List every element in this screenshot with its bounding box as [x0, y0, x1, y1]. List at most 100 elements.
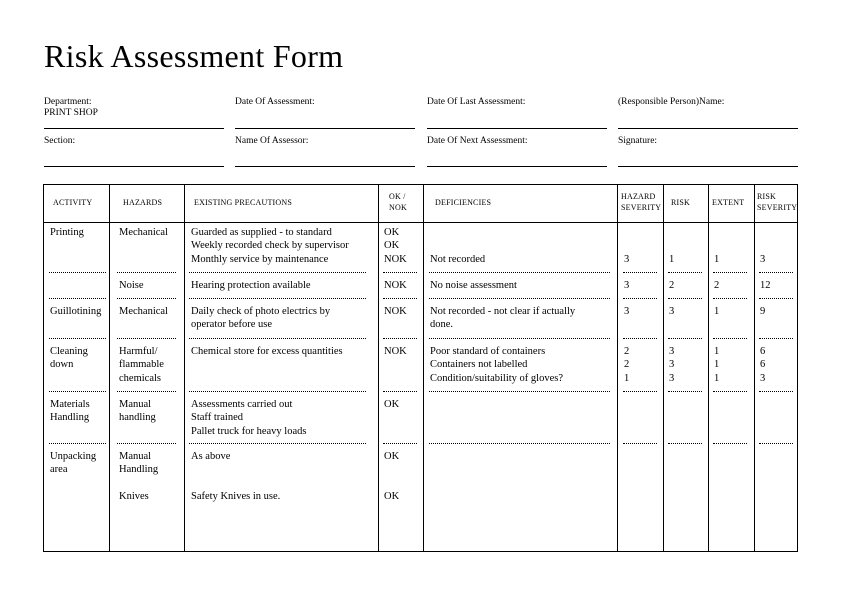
dotted-row-separator [429, 443, 610, 444]
cell-line: operator before use [191, 319, 273, 331]
date-of-next-assessment-underline [427, 166, 607, 167]
cell-activity: Unpacking area [50, 450, 96, 477]
dotted-row-separator [383, 443, 417, 444]
cell-line: 2 [624, 359, 630, 371]
cell-risk-severity: 3 [760, 253, 765, 266]
cell-deficiencies: Not recorded - not clear if actually done… [430, 305, 575, 332]
risk-table: ACTIVITY HAZARDS EXISTING PRECAUTIONS OK… [43, 184, 798, 552]
cell-hazard: Mechanical [119, 226, 168, 239]
cell-line: Pallet truck for heavy loads [191, 425, 307, 437]
date-of-next-assessment-field[interactable]: Date Of Next Assessment: [427, 136, 607, 167]
cell-activity: Cleaning down [50, 345, 88, 372]
dotted-row-separator [49, 391, 106, 392]
cell-line: 3 [669, 359, 675, 371]
header-divider [44, 222, 797, 223]
column-divider [109, 185, 110, 551]
section-field[interactable]: Section: [44, 136, 224, 167]
cell-precautions: Hearing protection available [191, 279, 311, 292]
column-divider [663, 185, 664, 551]
dotted-row-separator [117, 443, 176, 444]
cell-line: OK [384, 399, 400, 410]
cell-precautions: Guarded as supplied - to standard Weekly … [191, 226, 349, 266]
cell-line: Daily check of photo electrics by [191, 306, 331, 317]
cell-line: NOK [384, 280, 407, 291]
cell-extent: 111 [714, 345, 719, 385]
cell-line: down [50, 359, 74, 371]
header-risk-severity: RISK SEVERITY [757, 191, 797, 213]
dotted-row-separator [713, 391, 747, 392]
column-divider [184, 185, 185, 551]
cell-line: Handling [50, 412, 90, 424]
responsible-person-label: (Responsible Person)Name: [618, 97, 725, 107]
header-ok-nok-line1: OK / [389, 192, 406, 201]
responsible-person-field[interactable]: (Responsible Person)Name: [618, 97, 798, 129]
name-of-assessor-label: Name Of Assessor: [235, 136, 309, 146]
cell-hazard: Harmful/flammable chemicals [119, 345, 164, 385]
dotted-row-separator [713, 272, 747, 273]
dotted-row-separator [623, 338, 657, 339]
cell-line: Manual [119, 451, 152, 462]
dotted-row-separator [713, 443, 747, 444]
cell-line: area [50, 464, 68, 476]
dotted-row-separator [189, 443, 366, 444]
cell-ok: OK [384, 450, 399, 463]
signature-underline [618, 166, 798, 167]
cell-hazard-severity: 3 [624, 279, 629, 292]
name-of-assessor-field[interactable]: Name Of Assessor: [235, 136, 415, 167]
dotted-row-separator [49, 338, 106, 339]
section-label: Section: [44, 136, 76, 146]
cell-ok: NOK [384, 305, 407, 318]
cell-line: Condition/suitability of gloves? [430, 372, 563, 384]
cell-line: Mechanical [119, 306, 168, 317]
cell-risk: 2 [669, 279, 674, 292]
cell-line: 1 [714, 346, 720, 357]
header-risk: RISK [671, 198, 691, 207]
header-risk-severity-line1: RISK [757, 192, 777, 201]
dotted-row-separator [383, 338, 417, 339]
header-extent: EXTENT [712, 198, 745, 207]
cell-precautions: As above [191, 450, 230, 463]
dotted-row-separator [429, 391, 610, 392]
cell-line: 3 [669, 306, 675, 317]
dotted-row-separator [713, 338, 747, 339]
dotted-row-separator [668, 298, 702, 299]
dotted-row-separator [49, 272, 106, 273]
dotted-row-separator [668, 272, 702, 273]
cell-line: NOK [384, 346, 407, 357]
cell-precautions: Daily check of photo electrics by operato… [191, 305, 330, 332]
dotted-row-separator [117, 298, 176, 299]
cell-line: Mechanical [119, 227, 168, 238]
cell-risk: 3 [669, 305, 674, 318]
dotted-row-separator [623, 443, 657, 444]
cell-hazard-severity: 3 [624, 253, 629, 266]
cell-line: Printing [50, 227, 84, 238]
cell-line: 1 [714, 359, 720, 371]
cell-extent: 1 [714, 253, 719, 266]
cell-line: Unpacking [50, 451, 97, 462]
cell-line: Monthly service by maintenance [191, 253, 329, 265]
cell-line: 6 [760, 359, 766, 371]
dotted-row-separator [49, 443, 106, 444]
cell-line: 1 [669, 253, 675, 265]
cell-activity: Printing [50, 226, 84, 239]
responsible-person-underline [618, 128, 798, 129]
cell-risk-severity: 12 [760, 279, 771, 292]
cell-ok: OK OK NOK [384, 226, 407, 266]
cell-ok: NOK [384, 345, 407, 358]
date-of-last-assessment-field[interactable]: Date Of Last Assessment: [427, 97, 607, 129]
department-field[interactable]: Department: PRINT SHOP [44, 97, 224, 129]
cell-line: 3 [624, 280, 630, 291]
date-of-assessment-field[interactable]: Date Of Assessment: [235, 97, 415, 129]
cell-line: 2 [669, 280, 675, 291]
dotted-row-separator [189, 338, 366, 339]
cell-line: NOK [384, 306, 407, 317]
cell-line: OK [384, 451, 400, 462]
cell-ok: OK [384, 398, 399, 411]
cell-line: OK [384, 491, 400, 502]
header-ok-nok: OK / NOK [389, 191, 407, 213]
cell-deficiencies: Not recorded [430, 253, 485, 266]
dotted-row-separator [668, 443, 702, 444]
date-of-next-assessment-label: Date Of Next Assessment: [427, 136, 528, 146]
signature-field[interactable]: Signature: [618, 136, 798, 167]
signature-label: Signature: [618, 136, 658, 146]
